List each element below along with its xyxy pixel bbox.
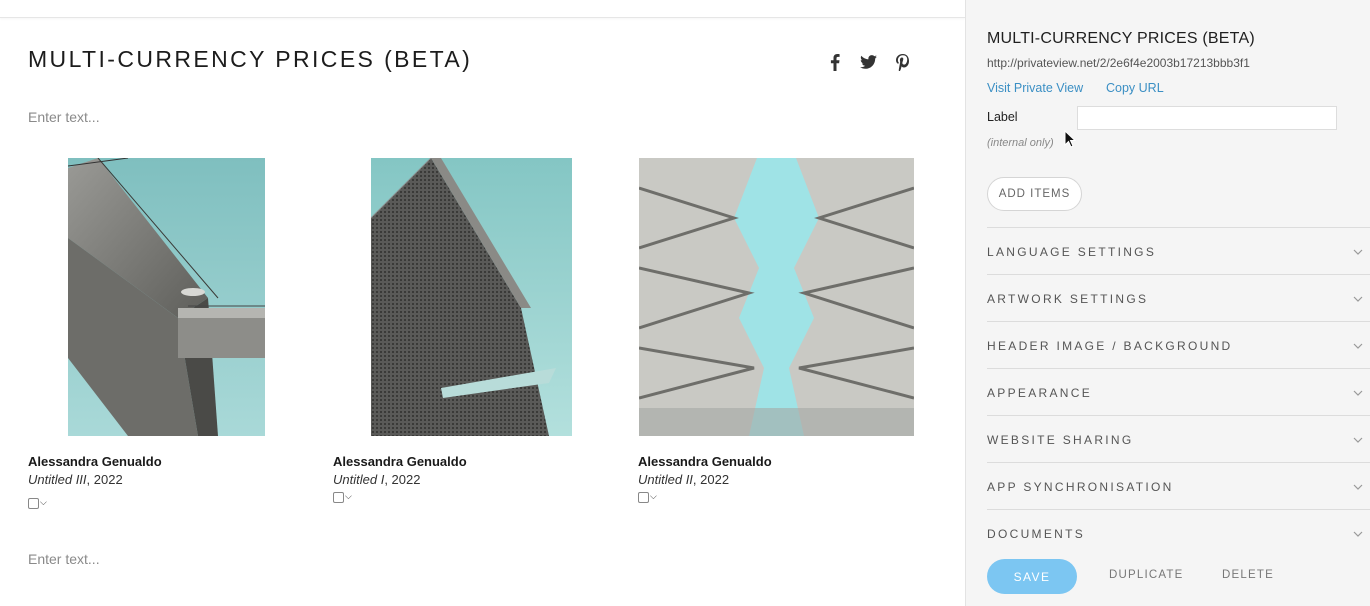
artwork-select-3[interactable]: ⌵ [638, 492, 657, 503]
visit-private-view-link[interactable]: Visit Private View [987, 81, 1083, 95]
delete-button[interactable]: DELETE [1222, 569, 1274, 581]
section-app-synchronisation[interactable]: APP SYNCHRONISATION [987, 462, 1370, 509]
chevron-down-icon [1353, 338, 1363, 349]
artwork-title-1: Untitled III, 2022 [28, 472, 123, 487]
facebook-icon[interactable] [825, 52, 845, 72]
chevron-down-icon [1353, 432, 1363, 443]
section-header-image[interactable]: HEADER IMAGE / BACKGROUND [987, 321, 1370, 368]
section-label: WEBSITE SHARING [987, 433, 1134, 447]
artwork-year-2: , 2022 [384, 472, 421, 487]
twitter-icon[interactable] [858, 52, 878, 72]
chevron-down-icon [1353, 291, 1363, 302]
checkbox[interactable] [333, 492, 344, 503]
chevron-down-icon [1353, 385, 1363, 396]
save-button[interactable]: SAVE [987, 559, 1077, 594]
artwork-title-2: Untitled I, 2022 [333, 472, 420, 487]
artwork-select-1[interactable]: ⌵ [28, 498, 47, 509]
chevron-down-icon[interactable]: ⌵ [650, 492, 657, 501]
section-website-sharing[interactable]: WEBSITE SHARING [987, 415, 1370, 462]
section-label: ARTWORK SETTINGS [987, 292, 1149, 306]
outro-text-field[interactable]: Enter text... [28, 551, 100, 567]
settings-sections: LANGUAGE SETTINGS ARTWORK SETTINGS HEADE… [987, 227, 1370, 556]
copy-url-link[interactable]: Copy URL [1106, 81, 1164, 95]
artwork-artist-2: Alessandra Genualdo [333, 454, 467, 469]
artwork-title-name-1: Untitled III [28, 472, 87, 487]
chevron-down-icon[interactable]: ⌵ [345, 492, 352, 501]
label-caption: Label [987, 110, 1018, 124]
section-appearance[interactable]: APPEARANCE [987, 368, 1370, 415]
artwork-artist-1: Alessandra Genualdo [28, 454, 162, 469]
private-view-url: http://privateview.net/2/2e6f4e2003b1721… [987, 56, 1250, 70]
section-label: HEADER IMAGE / BACKGROUND [987, 339, 1233, 353]
chevron-down-icon [1353, 479, 1363, 490]
section-artwork-settings[interactable]: ARTWORK SETTINGS [987, 274, 1370, 321]
chevron-down-icon [1353, 526, 1363, 537]
section-label: APP SYNCHRONISATION [987, 480, 1174, 494]
artwork-year-1: , 2022 [86, 472, 123, 487]
pinterest-icon[interactable] [892, 52, 912, 72]
chevron-down-icon[interactable]: ⌵ [40, 498, 47, 507]
add-items-button[interactable]: ADD ITEMS [987, 177, 1082, 211]
section-label: APPEARANCE [987, 386, 1093, 400]
settings-panel: MULTI-CURRENCY PRICES (BETA) http://priv… [965, 0, 1370, 606]
artwork-select-2[interactable]: ⌵ [333, 492, 352, 503]
mouse-cursor-icon [1064, 129, 1077, 153]
intro-text-field[interactable]: Enter text... [28, 109, 100, 125]
label-input[interactable] [1077, 106, 1337, 130]
artwork-image-1[interactable] [68, 158, 265, 436]
artwork-title-3: Untitled II, 2022 [638, 472, 729, 487]
artwork-image-2[interactable] [371, 158, 572, 436]
top-bar [0, 0, 965, 18]
section-language-settings[interactable]: LANGUAGE SETTINGS [987, 227, 1370, 274]
chevron-down-icon [1353, 244, 1363, 255]
panel-footer: SAVE DUPLICATE DELETE [966, 540, 1370, 606]
section-label: DOCUMENTS [987, 527, 1086, 541]
artwork-title-name-3: Untitled II [638, 472, 693, 487]
duplicate-button[interactable]: DUPLICATE [1109, 569, 1184, 581]
page-title[interactable]: MULTI-CURRENCY PRICES (BETA) [28, 46, 472, 73]
internal-only-note: (internal only) [987, 137, 1054, 149]
artwork-artist-3: Alessandra Genualdo [638, 454, 772, 469]
panel-title: MULTI-CURRENCY PRICES (BETA) [987, 30, 1255, 47]
section-label: LANGUAGE SETTINGS [987, 245, 1157, 259]
artwork-title-name-2: Untitled I [333, 472, 385, 487]
checkbox[interactable] [28, 498, 39, 509]
main-content: MULTI-CURRENCY PRICES (BETA) Enter text.… [0, 0, 965, 606]
artwork-image-3[interactable] [639, 158, 914, 436]
checkbox[interactable] [638, 492, 649, 503]
artwork-year-3: , 2022 [692, 472, 730, 487]
